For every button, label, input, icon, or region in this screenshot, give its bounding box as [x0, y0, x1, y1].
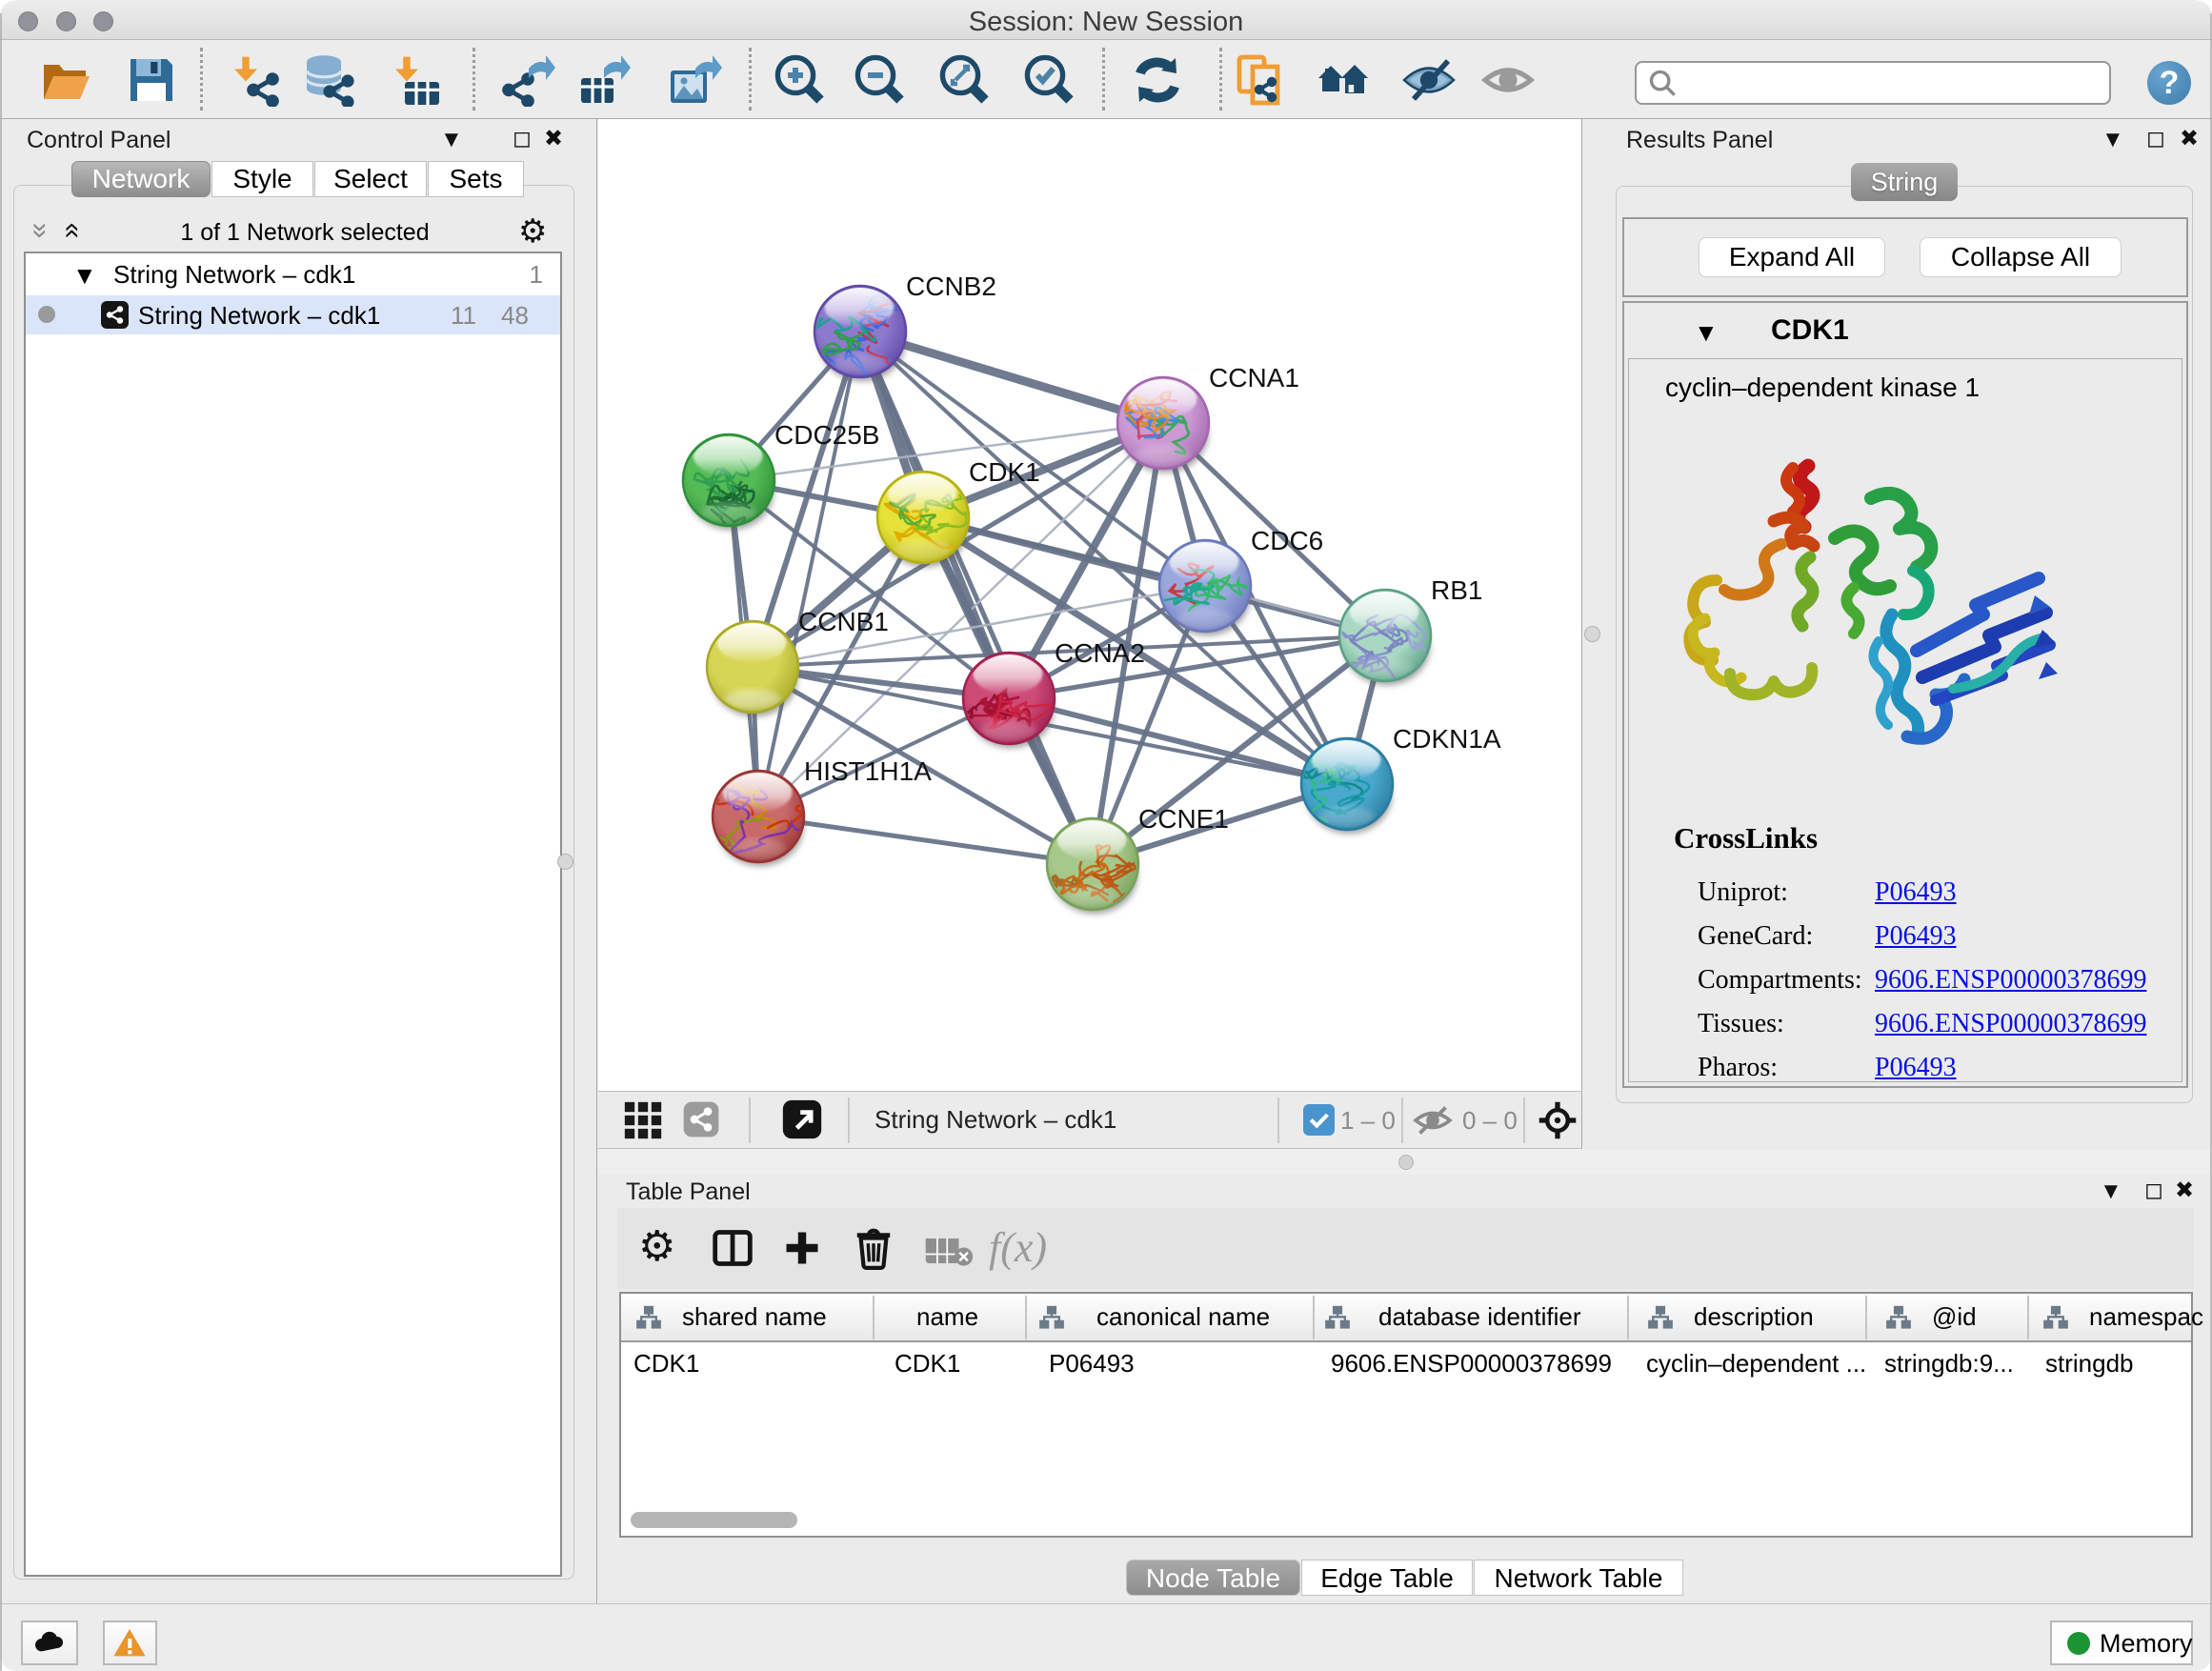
svg-text:CDC25B: CDC25B [774, 420, 879, 450]
svg-text:CDK1: CDK1 [969, 457, 1040, 487]
svg-text:CDKN1A: CDKN1A [1393, 724, 1501, 754]
svg-text:HIST1H1A: HIST1H1A [804, 756, 932, 786]
svg-text:CCNA2: CCNA2 [1055, 638, 1145, 668]
svg-text:CCNE1: CCNE1 [1138, 804, 1229, 834]
svg-text:CCNB2: CCNB2 [906, 272, 996, 301]
svg-text:CDC6: CDC6 [1251, 526, 1323, 555]
svg-text:RB1: RB1 [1431, 575, 1482, 605]
svg-text:CCNA1: CCNA1 [1209, 363, 1299, 393]
svg-text:CCNB1: CCNB1 [798, 607, 889, 636]
